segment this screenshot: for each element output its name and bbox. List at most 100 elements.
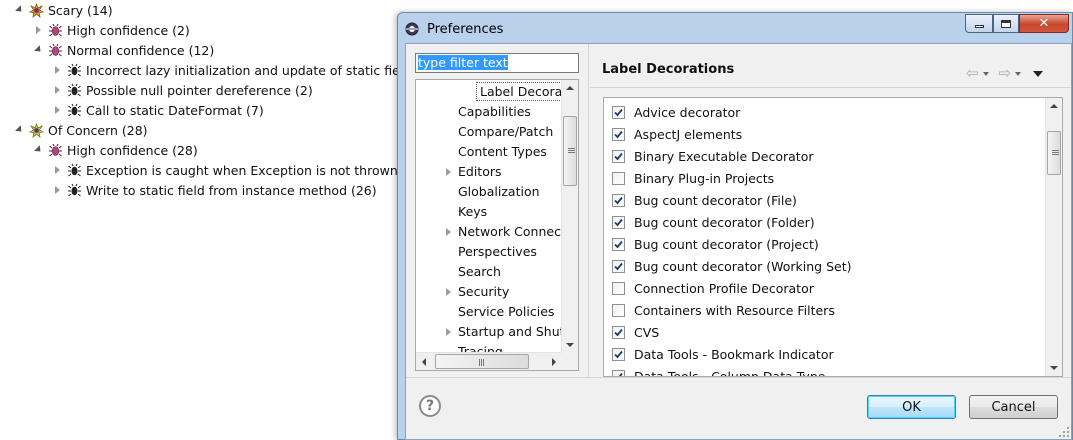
nav-item-network-connections[interactable]: Network Connectio [458,222,577,241]
nav-item-label: Service Policies [458,304,555,319]
nav-item-service-policies[interactable]: Service Policies [458,302,554,321]
forward-dropdown-icon[interactable] [1015,71,1022,76]
expand-toggle-icon[interactable] [33,44,44,55]
tree-row-bug-pattern[interactable]: Possible null pointer dereference (2) [52,80,313,100]
scroll-thumb[interactable] [1047,131,1061,175]
checkbox-unchecked[interactable] [612,281,625,295]
checkbox-unchecked[interactable] [612,303,625,317]
decorator-row[interactable]: Advice decorator [612,102,740,122]
decorator-row[interactable]: Data Tools - Bookmark Indicator [612,344,834,364]
tree-row-of-concern[interactable]: Of Concern (28) [14,120,148,140]
decorator-row[interactable]: Connection Profile Decorator [612,278,814,298]
decorator-row[interactable]: Binary Plug-in Projects [612,168,774,188]
tree-row-normal-confidence[interactable]: Normal confidence (12) [33,40,214,60]
expand-arrow-icon[interactable] [446,328,451,336]
decorators-vertical-scrollbar[interactable] [1045,98,1062,376]
expand-toggle-icon[interactable] [33,25,43,35]
bug-icon [67,183,82,198]
dialog-client-area: type filter text Label Decoratio Capabil… [405,43,1072,440]
decorator-row[interactable]: Bug count decorator (Working Set) [612,256,852,276]
nav-vertical-scrollbar[interactable] [561,80,578,353]
scroll-down-button[interactable] [1046,360,1062,376]
title-bar[interactable]: Preferences ✕ [398,13,1072,43]
scroll-left-button[interactable] [416,353,432,370]
expand-toggle-icon[interactable] [14,124,25,135]
expand-toggle-icon[interactable] [52,65,62,75]
expand-arrow-icon[interactable] [446,168,451,176]
nav-item-label-decorations[interactable]: Label Decoratio [476,82,578,101]
decorator-row[interactable]: Containers with Resource Filters [612,300,835,320]
bug-scary-icon [29,2,44,18]
checkbox-checked[interactable] [612,215,625,229]
expand-arrow-icon[interactable] [446,288,451,296]
decorator-row[interactable]: Binary Executable Decorator [612,146,814,166]
decorator-row[interactable]: Bug count decorator (Project) [612,234,819,254]
arrow-up-icon [566,86,574,90]
filter-input[interactable]: type filter text [415,53,579,73]
nav-item-search[interactable]: Search [458,262,501,281]
help-icon: ? [425,398,435,414]
decorator-row[interactable]: Bug count decorator (Folder) [612,212,815,232]
decorator-label: Binary Executable Decorator [634,148,814,164]
decorator-row[interactable]: Data Tools - Column Data Type [612,366,825,376]
expand-toggle-icon[interactable] [52,105,62,115]
scroll-up-button[interactable] [1046,98,1062,114]
ok-button[interactable]: OK [867,395,956,419]
nav-horizontal-scrollbar[interactable] [416,352,562,370]
decorator-row[interactable]: Bug count decorator (File) [612,190,797,210]
close-button[interactable]: ✕ [1019,14,1069,33]
tree-row-high-confidence[interactable]: High confidence (2) [33,20,190,40]
tree-row-bug-pattern[interactable]: Exception is caught when Exception is no… [52,160,419,180]
checkbox-checked[interactable] [612,325,625,339]
checkbox-checked[interactable] [612,369,625,376]
expand-toggle-icon[interactable] [14,4,25,15]
tree-row-bug-pattern[interactable]: Call to static DateFormat (7) [52,100,264,120]
expand-toggle-icon[interactable] [52,185,62,195]
nav-item-perspectives[interactable]: Perspectives [458,242,537,261]
nav-item-editors[interactable]: Editors [458,162,502,181]
forward-arrow-icon[interactable]: ⇨ [999,66,1012,81]
scroll-up-button[interactable] [562,80,578,96]
tree-row-bug-pattern[interactable]: Write to static field from instance meth… [52,180,377,200]
nav-item-compare-patch[interactable]: Compare/Patch [458,122,553,141]
nav-item-keys[interactable]: Keys [458,202,487,221]
scroll-right-button[interactable] [546,353,562,370]
scroll-thumb[interactable] [435,354,529,369]
checkbox-checked[interactable] [612,149,625,163]
minimize-button[interactable] [965,14,993,33]
expand-toggle-icon[interactable] [52,165,62,175]
tree-row-bug-pattern[interactable]: Incorrect lazy initialization and update… [52,60,428,80]
expand-toggle-icon[interactable] [33,144,44,155]
checkbox-checked[interactable] [612,237,625,251]
back-arrow-icon[interactable]: ⇦ [966,66,979,81]
checkbox-unchecked[interactable] [612,171,625,185]
checkbox-checked[interactable] [612,347,625,361]
scroll-thumb[interactable] [563,116,577,186]
nav-item-capabilities[interactable]: Capabilities [458,102,531,121]
expand-arrow-icon[interactable] [446,228,451,236]
back-dropdown-icon[interactable] [982,71,989,76]
checkbox-checked[interactable] [612,105,625,119]
decorator-row[interactable]: CVS [612,322,659,342]
cancel-button[interactable]: Cancel [969,395,1058,419]
maximize-button[interactable] [993,14,1019,33]
checkmark-icon [614,262,623,270]
bug-tree: Scary (14) High confidence (2) Normal co… [0,0,428,440]
nav-item-security[interactable]: Security [458,282,509,301]
expand-toggle-icon[interactable] [52,85,62,95]
preference-tree[interactable]: Label Decoratio Capabilities Compare/Pat… [415,79,579,371]
decorators-list[interactable]: Advice decorator AspectJ elements Binary E… [603,97,1063,377]
checkbox-checked[interactable] [612,127,625,141]
view-menu-icon[interactable] [1033,70,1044,77]
nav-item-content-types[interactable]: Content Types [458,142,547,161]
checkbox-checked[interactable] [612,193,625,207]
tree-row-scary[interactable]: Scary (14) [14,0,113,20]
decorator-row[interactable]: AspectJ elements [612,124,742,144]
help-button[interactable]: ? [419,395,441,417]
scroll-down-button[interactable] [562,337,578,353]
tree-row-high-confidence[interactable]: High confidence (28) [33,140,198,160]
tree-row-label: Of Concern (28) [48,122,148,138]
nav-item-globalization[interactable]: Globalization [458,182,540,201]
checkbox-checked[interactable] [612,259,625,273]
resize-grip-icon[interactable] [1059,427,1069,437]
